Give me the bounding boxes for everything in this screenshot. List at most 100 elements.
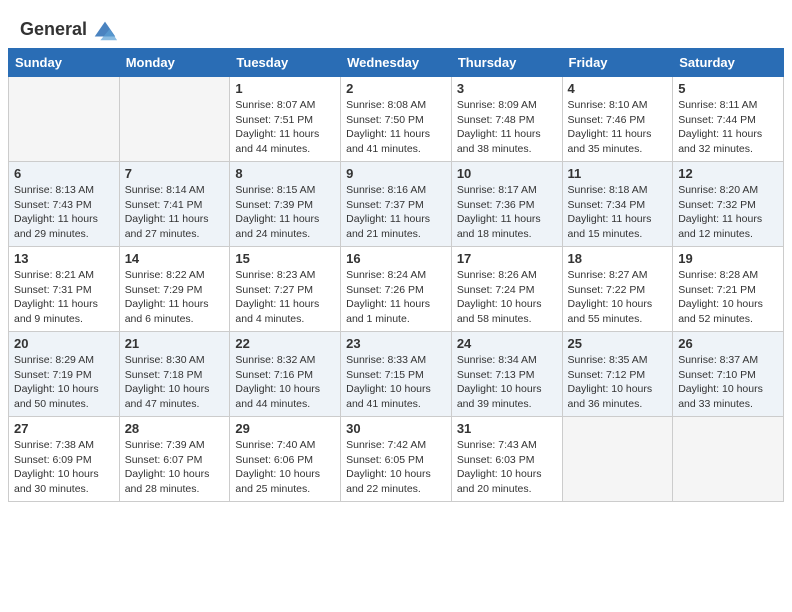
calendar-cell: 26 Sunrise: 8:37 AM Sunset: 7:10 PM Dayli… (673, 332, 784, 417)
calendar-cell: 1 Sunrise: 8:07 AM Sunset: 7:51 PM Daylig… (230, 77, 341, 162)
day-number: 6 (14, 166, 114, 181)
day-number: 29 (235, 421, 335, 436)
calendar-cell (562, 417, 673, 502)
calendar-week-1: 1 Sunrise: 8:07 AM Sunset: 7:51 PM Daylig… (9, 77, 784, 162)
weekday-header-tuesday: Tuesday (230, 49, 341, 77)
calendar-cell: 10 Sunrise: 8:17 AM Sunset: 7:36 PM Dayli… (451, 162, 562, 247)
day-info: Sunrise: 8:18 AM Sunset: 7:34 PM Dayligh… (568, 183, 668, 242)
day-number: 16 (346, 251, 446, 266)
day-info: Sunrise: 8:33 AM Sunset: 7:15 PM Dayligh… (346, 353, 446, 412)
logo-icon (91, 16, 119, 44)
calendar-cell: 7 Sunrise: 8:14 AM Sunset: 7:41 PM Daylig… (119, 162, 230, 247)
day-number: 5 (678, 81, 778, 96)
calendar-cell: 12Sunrise: 8:20 AM Sunset: 7:32 PM Dayli… (673, 162, 784, 247)
calendar-cell: 8 Sunrise: 8:15 AM Sunset: 7:39 PM Daylig… (230, 162, 341, 247)
calendar-week-2: 6Sunrise: 8:13 AM Sunset: 7:43 PM Daylig… (9, 162, 784, 247)
calendar-cell: 29 Sunrise: 7:40 AM Sunset: 6:06 PM Dayli… (230, 417, 341, 502)
day-number: 2 (346, 81, 446, 96)
calendar-cell (673, 417, 784, 502)
day-number: 28 (125, 421, 225, 436)
day-number: 7 (125, 166, 225, 181)
day-info: Sunrise: 8:22 AM Sunset: 7:29 PM Dayligh… (125, 268, 225, 327)
day-number: 1 (235, 81, 335, 96)
day-info: Sunrise: 8:28 AM Sunset: 7:21 PM Dayligh… (678, 268, 778, 327)
day-number: 31 (457, 421, 557, 436)
calendar-cell: 19 Sunrise: 8:28 AM Sunset: 7:21 PM Dayli… (673, 247, 784, 332)
weekday-header-sunday: Sunday (9, 49, 120, 77)
calendar-cell (9, 77, 120, 162)
day-number: 11 (568, 166, 668, 181)
calendar-cell: 27 Sunrise: 7:38 AM Sunset: 6:09 PM Dayli… (9, 417, 120, 502)
day-info: Sunrise: 8:07 AM Sunset: 7:51 PM Dayligh… (235, 98, 335, 157)
day-number: 22 (235, 336, 335, 351)
day-number: 19 (678, 251, 778, 266)
calendar-cell: 5 Sunrise: 8:11 AM Sunset: 7:44 PM Daylig… (673, 77, 784, 162)
day-number: 25 (568, 336, 668, 351)
day-number: 20 (14, 336, 114, 351)
day-info: Sunrise: 8:27 AM Sunset: 7:22 PM Dayligh… (568, 268, 668, 327)
day-info: Sunrise: 8:08 AM Sunset: 7:50 PM Dayligh… (346, 98, 446, 157)
calendar-cell: 28Sunrise: 7:39 AM Sunset: 6:07 PM Dayli… (119, 417, 230, 502)
calendar-cell: 20 Sunrise: 8:29 AM Sunset: 7:19 PM Dayli… (9, 332, 120, 417)
day-info: Sunrise: 7:43 AM Sunset: 6:03 PM Dayligh… (457, 438, 557, 497)
calendar-cell: 17Sunrise: 8:26 AM Sunset: 7:24 PM Dayli… (451, 247, 562, 332)
day-number: 3 (457, 81, 557, 96)
day-number: 8 (235, 166, 335, 181)
calendar-cell: 15 Sunrise: 8:23 AM Sunset: 7:27 PM Dayli… (230, 247, 341, 332)
calendar-cell: 6Sunrise: 8:13 AM Sunset: 7:43 PM Daylig… (9, 162, 120, 247)
calendar-cell: 25 Sunrise: 8:35 AM Sunset: 7:12 PM Dayli… (562, 332, 673, 417)
logo-text: General (20, 20, 87, 40)
day-info: Sunrise: 8:35 AM Sunset: 7:12 PM Dayligh… (568, 353, 668, 412)
day-info: Sunrise: 8:20 AM Sunset: 7:32 PM Dayligh… (678, 183, 778, 242)
calendar-cell: 30 Sunrise: 7:42 AM Sunset: 6:05 PM Dayli… (341, 417, 452, 502)
day-info: Sunrise: 8:37 AM Sunset: 7:10 PM Dayligh… (678, 353, 778, 412)
calendar-cell: 23 Sunrise: 8:33 AM Sunset: 7:15 PM Dayli… (341, 332, 452, 417)
day-number: 26 (678, 336, 778, 351)
weekday-header-friday: Friday (562, 49, 673, 77)
day-info: Sunrise: 8:09 AM Sunset: 7:48 PM Dayligh… (457, 98, 557, 157)
weekday-header-wednesday: Wednesday (341, 49, 452, 77)
day-info: Sunrise: 8:34 AM Sunset: 7:13 PM Dayligh… (457, 353, 557, 412)
day-number: 27 (14, 421, 114, 436)
calendar-cell: 16 Sunrise: 8:24 AM Sunset: 7:26 PM Dayli… (341, 247, 452, 332)
calendar-week-3: 13 Sunrise: 8:21 AM Sunset: 7:31 PM Dayli… (9, 247, 784, 332)
day-info: Sunrise: 8:17 AM Sunset: 7:36 PM Dayligh… (457, 183, 557, 242)
day-info: Sunrise: 8:21 AM Sunset: 7:31 PM Dayligh… (14, 268, 114, 327)
day-number: 17 (457, 251, 557, 266)
calendar-week-5: 27 Sunrise: 7:38 AM Sunset: 6:09 PM Dayli… (9, 417, 784, 502)
day-number: 4 (568, 81, 668, 96)
calendar-cell: 3 Sunrise: 8:09 AM Sunset: 7:48 PM Daylig… (451, 77, 562, 162)
calendar-week-4: 20 Sunrise: 8:29 AM Sunset: 7:19 PM Dayli… (9, 332, 784, 417)
calendar-cell: 2 Sunrise: 8:08 AM Sunset: 7:50 PM Daylig… (341, 77, 452, 162)
day-number: 24 (457, 336, 557, 351)
day-info: Sunrise: 7:42 AM Sunset: 6:05 PM Dayligh… (346, 438, 446, 497)
day-info: Sunrise: 7:38 AM Sunset: 6:09 PM Dayligh… (14, 438, 114, 497)
calendar-cell: 31 Sunrise: 7:43 AM Sunset: 6:03 PM Dayli… (451, 417, 562, 502)
day-number: 30 (346, 421, 446, 436)
day-number: 18 (568, 251, 668, 266)
day-number: 13 (14, 251, 114, 266)
calendar-cell: 24 Sunrise: 8:34 AM Sunset: 7:13 PM Dayli… (451, 332, 562, 417)
day-info: Sunrise: 8:29 AM Sunset: 7:19 PM Dayligh… (14, 353, 114, 412)
logo: General (20, 16, 119, 44)
calendar-cell: 13 Sunrise: 8:21 AM Sunset: 7:31 PM Dayli… (9, 247, 120, 332)
calendar-cell: 22Sunrise: 8:32 AM Sunset: 7:16 PM Dayli… (230, 332, 341, 417)
calendar-cell: 18 Sunrise: 8:27 AM Sunset: 7:22 PM Dayli… (562, 247, 673, 332)
day-info: Sunrise: 8:11 AM Sunset: 7:44 PM Dayligh… (678, 98, 778, 157)
day-number: 10 (457, 166, 557, 181)
day-info: Sunrise: 8:15 AM Sunset: 7:39 PM Dayligh… (235, 183, 335, 242)
day-number: 23 (346, 336, 446, 351)
day-info: Sunrise: 8:14 AM Sunset: 7:41 PM Dayligh… (125, 183, 225, 242)
weekday-header-monday: Monday (119, 49, 230, 77)
day-number: 15 (235, 251, 335, 266)
weekday-header-saturday: Saturday (673, 49, 784, 77)
day-info: Sunrise: 8:24 AM Sunset: 7:26 PM Dayligh… (346, 268, 446, 327)
day-info: Sunrise: 7:40 AM Sunset: 6:06 PM Dayligh… (235, 438, 335, 497)
day-number: 9 (346, 166, 446, 181)
calendar-table: SundayMondayTuesdayWednesdayThursdayFrid… (8, 48, 784, 502)
calendar-cell (119, 77, 230, 162)
day-number: 21 (125, 336, 225, 351)
day-info: Sunrise: 8:23 AM Sunset: 7:27 PM Dayligh… (235, 268, 335, 327)
calendar-cell: 21Sunrise: 8:30 AM Sunset: 7:18 PM Dayli… (119, 332, 230, 417)
calendar-cell: 4Sunrise: 8:10 AM Sunset: 7:46 PM Daylig… (562, 77, 673, 162)
